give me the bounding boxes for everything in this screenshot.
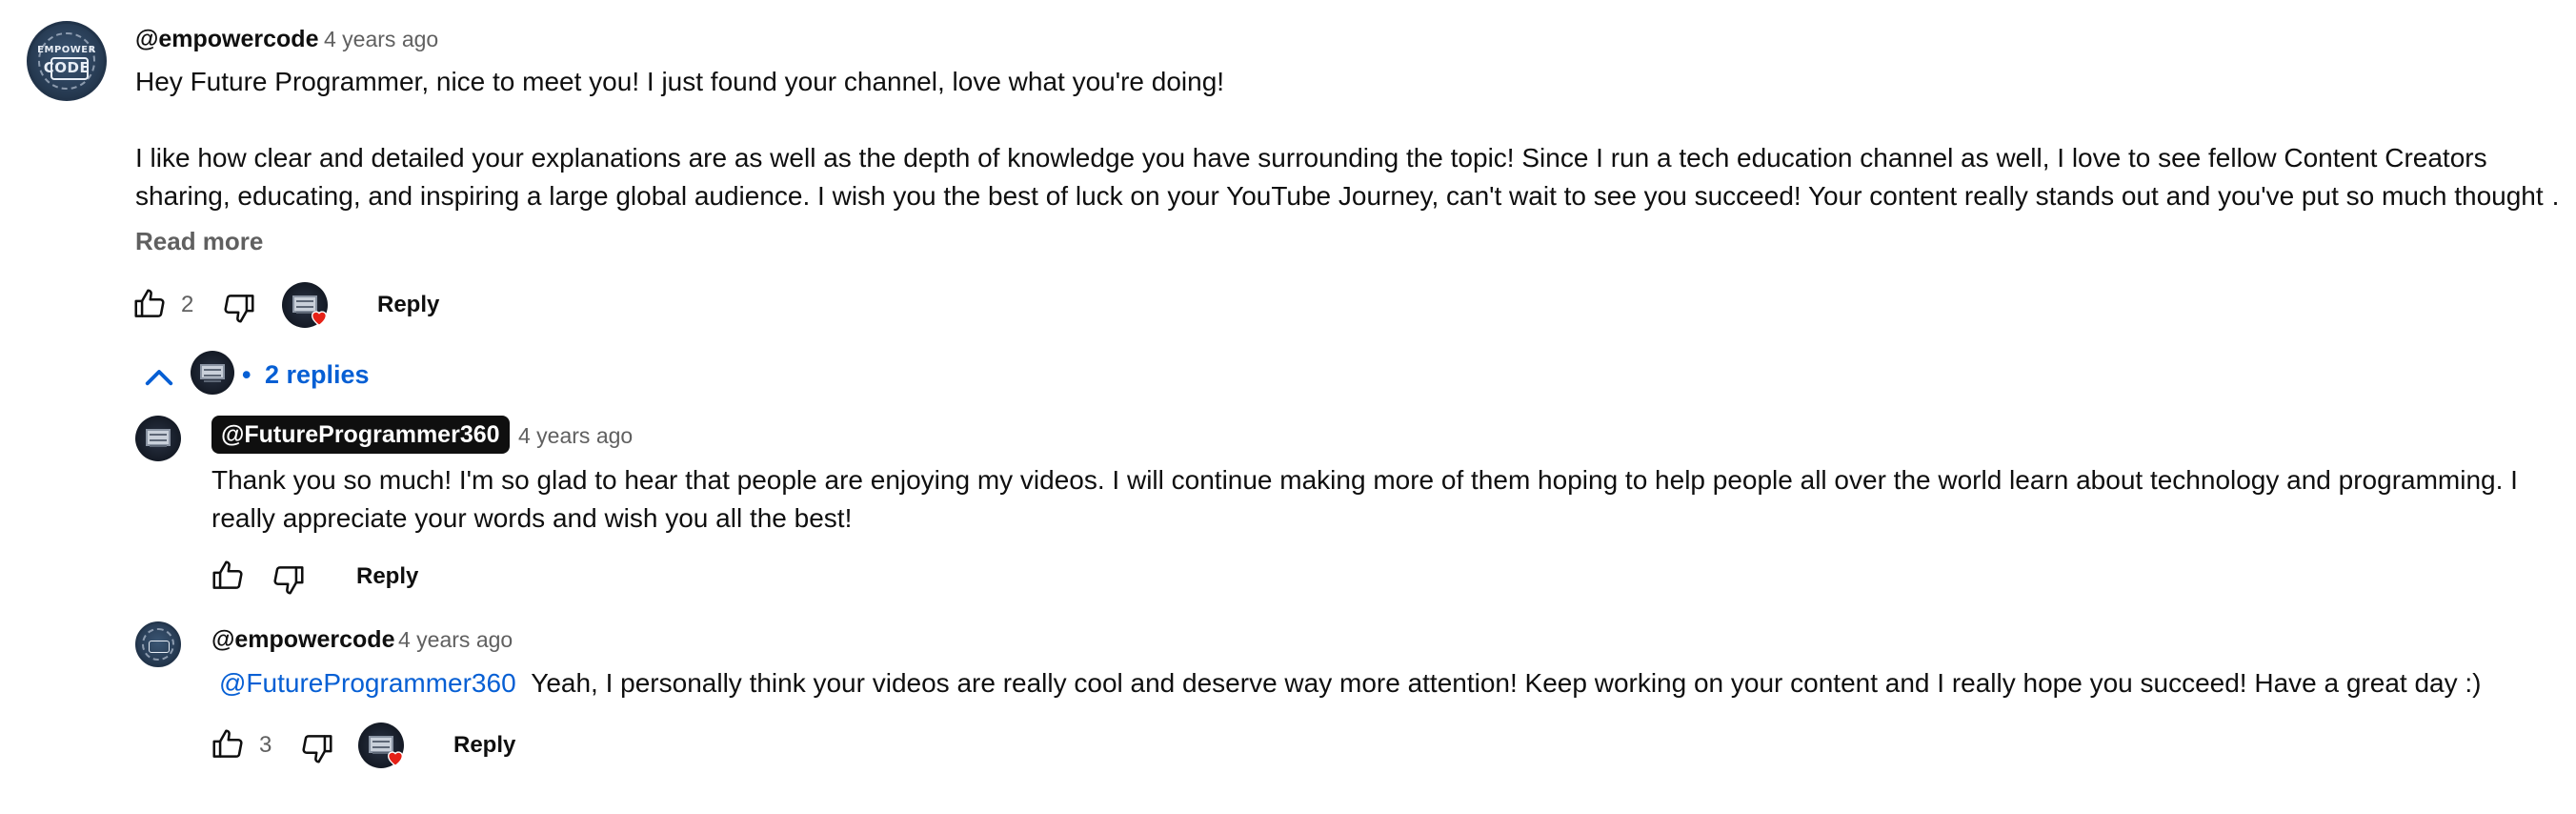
avatar[interactable]: EMPOWER CODE bbox=[27, 21, 107, 101]
reply-like-button[interactable] bbox=[210, 558, 246, 594]
replies-count-link[interactable]: 2 replies bbox=[265, 360, 370, 390]
reply-text-line-1: Thank you so much! I'm so glad to hear t… bbox=[211, 465, 2518, 495]
reply-author-owner-badge[interactable]: @FutureProgrammer360 bbox=[211, 416, 510, 454]
reply-like-count: 3 bbox=[259, 732, 272, 758]
reply-avatar[interactable] bbox=[135, 621, 181, 667]
thumbs-down-icon bbox=[273, 566, 304, 595]
thumbs-up-icon bbox=[212, 560, 243, 589]
reply-avatar[interactable] bbox=[135, 416, 181, 461]
reply-author[interactable]: @empowercode bbox=[211, 626, 394, 654]
read-more-button[interactable]: Read more bbox=[135, 227, 263, 256]
thumbs-down-icon bbox=[224, 295, 254, 323]
comment-text-paragraph-1: Hey Future Programmer, nice to meet you!… bbox=[135, 67, 1225, 96]
reply-text-body: Yeah, I personally think your videos are… bbox=[531, 668, 2482, 698]
replier-avatar bbox=[191, 351, 234, 395]
reply-time[interactable]: 4 years ago bbox=[398, 627, 513, 653]
reply-like-button[interactable] bbox=[210, 726, 246, 763]
reply-reply-button[interactable]: Reply bbox=[356, 563, 418, 590]
comment-thread: EMPOWER CODE @empowercode 4 years ago He… bbox=[0, 0, 2576, 814]
reply-text: @FutureProgrammer360 Yeah, I personally … bbox=[219, 664, 2482, 702]
reply-time[interactable]: 4 years ago bbox=[518, 423, 633, 449]
thumbs-up-icon bbox=[212, 729, 243, 758]
reply-text-line-2: really appreciate your words and wish yo… bbox=[211, 503, 853, 533]
reply-button[interactable]: Reply bbox=[377, 292, 439, 318]
dislike-button[interactable] bbox=[221, 290, 257, 326]
comment-text-line-2: sharing, educating, and inspiring a larg… bbox=[135, 181, 2563, 211]
like-count: 2 bbox=[181, 292, 194, 317]
comment-time[interactable]: 4 years ago bbox=[324, 27, 438, 52]
comment-text-line-1: I like how clear and detailed your expla… bbox=[135, 143, 2487, 173]
chevron-up-icon bbox=[145, 370, 173, 386]
heart-icon bbox=[311, 311, 328, 327]
thumbs-up-icon bbox=[134, 289, 165, 317]
mention-link[interactable]: @FutureProgrammer360 bbox=[219, 668, 516, 698]
heart-icon bbox=[387, 751, 404, 767]
replies-bullet: • bbox=[242, 360, 252, 389]
reply-dislike-button[interactable] bbox=[299, 730, 335, 766]
comment-author[interactable]: @empowercode bbox=[135, 26, 318, 53]
like-button[interactable] bbox=[131, 286, 168, 322]
thumbs-down-icon bbox=[302, 735, 332, 763]
reply-reply-button[interactable]: Reply bbox=[453, 732, 515, 759]
reply-dislike-button[interactable] bbox=[271, 561, 307, 598]
collapse-replies-button[interactable] bbox=[139, 358, 179, 398]
